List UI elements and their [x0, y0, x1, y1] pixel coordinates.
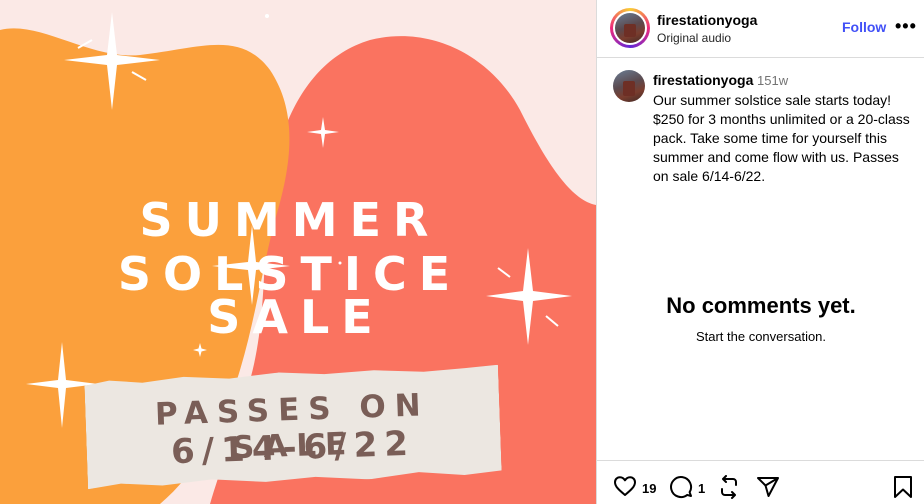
bookmark-icon[interactable] — [893, 475, 913, 499]
post-image[interactable]: SUMMER SOLSTICE SALE PASSES ON SALE 6/14… — [0, 0, 596, 504]
like-count[interactable]: 19 — [642, 481, 656, 496]
post-side-panel: firestationyoga Original audio Follow ••… — [596, 0, 924, 504]
action-bar: 19 1 — [597, 460, 924, 504]
post-header: firestationyoga Original audio Follow ••… — [597, 0, 924, 58]
headline-line2: SALE — [207, 290, 385, 344]
headline-line1: SUMMER SOLSTICE — [117, 193, 463, 301]
share-icon[interactable] — [756, 475, 780, 499]
no-comments-title: No comments yet. — [666, 293, 856, 318]
header-username[interactable]: firestationyoga — [657, 12, 757, 28]
avatar — [615, 13, 645, 43]
caption-text: Our summer solstice sale starts today! $… — [653, 92, 910, 184]
comment-icon[interactable] — [669, 475, 693, 499]
comment-count[interactable]: 1 — [698, 481, 705, 496]
more-options-icon[interactable]: ••• — [895, 17, 917, 35]
heart-icon[interactable] — [613, 475, 637, 497]
follow-button[interactable]: Follow — [842, 19, 886, 35]
post-age[interactable]: 151w — [757, 73, 788, 88]
audio-label[interactable]: Original audio — [657, 31, 731, 45]
caption-username[interactable]: firestationyoga — [653, 72, 753, 88]
caption-avatar[interactable] — [613, 70, 645, 102]
story-ring-avatar[interactable] — [610, 8, 650, 48]
repost-icon[interactable] — [717, 475, 741, 499]
no-comments-subtitle: Start the conversation. — [695, 329, 827, 344]
